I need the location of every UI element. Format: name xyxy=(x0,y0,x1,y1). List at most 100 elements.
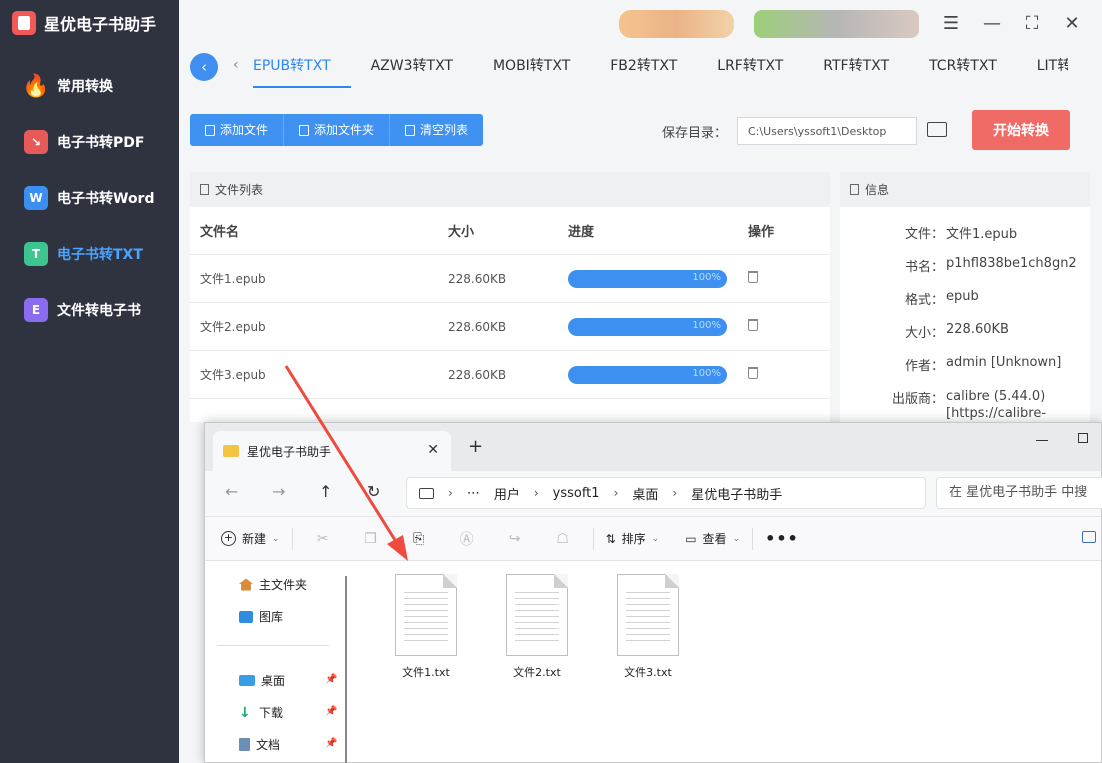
file-item[interactable]: 文件1.txt xyxy=(381,574,471,680)
pin-icon[interactable]: 📌 xyxy=(325,738,337,749)
save-dir-input[interactable] xyxy=(737,117,917,145)
text-file-icon xyxy=(395,574,457,656)
nav-gallery[interactable]: 图库 xyxy=(239,608,283,625)
tab-scroll-left-icon[interactable]: ‹ xyxy=(233,57,239,73)
progress-text: 100% xyxy=(692,319,721,331)
nav-label: 桌面 xyxy=(261,674,286,688)
tab-close-icon[interactable]: ✕ xyxy=(427,442,439,458)
file-list-panel: 文件列表 文件名 大小 进度 操作 文件1.epub 228.60KB 100%… xyxy=(190,172,830,422)
back-button[interactable]: ‹ xyxy=(190,53,218,81)
sidebar-item-label: 文件转电子书 xyxy=(57,303,141,319)
tab-epub-txt[interactable]: EPUB转TXT xyxy=(253,46,351,88)
info-value: 228.60KB xyxy=(946,322,1009,337)
delete-icon[interactable] xyxy=(748,367,758,379)
add-file-button[interactable]: 添加文件 xyxy=(190,114,285,146)
nav-documents[interactable]: 文档 xyxy=(239,736,280,753)
rename-icon[interactable]: Ⓐ xyxy=(449,529,485,549)
add-folder-button[interactable]: 添加文件夹 xyxy=(284,114,391,146)
add-folder-label: 添加文件夹 xyxy=(314,123,375,137)
col-action: 操作 xyxy=(748,225,775,240)
file-size: 228.60KB xyxy=(448,319,507,334)
minimize-icon[interactable] xyxy=(1036,440,1048,441)
tab-rtf-txt[interactable]: RTF转TXT xyxy=(803,46,909,88)
refresh-icon[interactable]: ↻ xyxy=(367,482,380,501)
tab-tcr-txt[interactable]: TCR转TXT xyxy=(909,46,1017,88)
table-row[interactable]: 文件1.epub 228.60KB 100% xyxy=(190,255,830,303)
forward-arrow-icon[interactable]: → xyxy=(272,482,285,501)
delete-icon[interactable] xyxy=(748,319,758,331)
delete-icon[interactable] xyxy=(748,271,758,283)
copy-icon[interactable]: ❐ xyxy=(353,531,389,547)
more-options-icon[interactable]: ••• xyxy=(765,529,799,548)
blurred-user-badge xyxy=(619,10,734,38)
settings-icon[interactable]: ☰ xyxy=(939,12,963,36)
nav-home[interactable]: 主文件夹 xyxy=(239,576,307,593)
info-key: 书名： xyxy=(904,260,944,275)
sidebar-item-txt[interactable]: T 电子书转TXT xyxy=(0,226,179,282)
search-input[interactable]: 在 星优电子书助手 中搜 xyxy=(936,477,1102,509)
tab-lrf-txt[interactable]: LRF转TXT xyxy=(697,46,803,88)
scrollbar[interactable] xyxy=(345,576,347,763)
browse-folder-icon[interactable] xyxy=(927,122,947,137)
cut-icon[interactable]: ✂ xyxy=(305,531,341,547)
pin-icon[interactable]: 📌 xyxy=(325,674,337,685)
app-title: 星优电子书助手 xyxy=(44,15,157,34)
file-item[interactable]: 文件3.txt xyxy=(603,574,693,680)
breadcrumb-item[interactable]: 星优电子书助手 xyxy=(691,484,782,503)
new-button[interactable]: + 新建 ⌄ xyxy=(221,530,280,547)
info-value: 文件1.epub xyxy=(946,227,1018,242)
sort-button[interactable]: ⇅ 排序 ⌄ xyxy=(606,530,660,547)
view-button[interactable]: ▭ 查看 ⌄ xyxy=(685,530,740,547)
paste-icon[interactable]: ⎘ xyxy=(401,531,437,547)
view-icon: ▭ xyxy=(685,531,697,546)
info-title: 信息 xyxy=(865,183,890,197)
tab-lit-txt[interactable]: LIT转TX xyxy=(1017,46,1068,88)
sidebar-item-pdf[interactable]: ↘ 电子书转PDF xyxy=(0,114,179,170)
divider xyxy=(752,527,754,550)
minimize-icon[interactable]: — xyxy=(980,12,1004,36)
txt-icon: T xyxy=(24,242,48,266)
close-icon[interactable]: ✕ xyxy=(1060,12,1084,36)
folder-icon xyxy=(299,124,310,136)
tab-mobi-txt[interactable]: MOBI转TXT xyxy=(473,46,590,88)
sidebar-item-common[interactable]: 🔥 常用转换 xyxy=(0,58,179,114)
info-value: epub xyxy=(946,289,979,304)
ebook-icon: E xyxy=(24,298,48,322)
progress-bar: 100% xyxy=(568,269,727,288)
info-icon xyxy=(850,184,859,195)
chevron-down-icon: ⌄ xyxy=(732,533,741,544)
breadcrumb-item[interactable]: 用户 xyxy=(494,484,520,503)
table-row[interactable]: 文件2.epub 228.60KB 100% xyxy=(190,303,830,351)
new-tab-icon[interactable]: + xyxy=(468,436,483,457)
more-crumbs-icon[interactable]: ⋯ xyxy=(467,486,480,501)
explorer-tab[interactable]: 星优电子书助手 ✕ xyxy=(213,431,451,471)
info-key: 大小： xyxy=(904,326,944,341)
maximize-icon[interactable]: ⛶ xyxy=(1020,12,1044,36)
clear-list-button[interactable]: 清空列表 xyxy=(390,114,484,146)
table-row[interactable]: 文件3.epub 228.60KB 100% xyxy=(190,351,830,399)
maximize-icon[interactable] xyxy=(1078,433,1088,443)
sidebar-item-label: 电子书转PDF xyxy=(57,135,145,151)
start-convert-button[interactable]: 开始转换 xyxy=(972,110,1070,150)
progress-bar: 100% xyxy=(568,317,727,336)
file-item[interactable]: 文件2.txt xyxy=(492,574,582,680)
nav-downloads[interactable]: ↓ 下载 xyxy=(239,704,283,721)
chevron-right-icon: › xyxy=(672,486,678,500)
breadcrumb-item[interactable]: yssoft1 xyxy=(553,486,600,501)
pin-icon[interactable]: 📌 xyxy=(325,706,337,717)
share-icon[interactable]: ↪ xyxy=(497,531,533,547)
details-pane-icon[interactable] xyxy=(1082,531,1096,543)
up-arrow-icon[interactable]: ↑ xyxy=(319,482,332,501)
tab-fb2-txt[interactable]: FB2转TXT xyxy=(590,46,697,88)
address-field[interactable]: › ⋯ 用户 › yssoft1 › 桌面 › 星优电子书助手 xyxy=(406,477,926,509)
sidebar-item-ebook[interactable]: E 文件转电子书 xyxy=(0,282,179,338)
sidebar-item-word[interactable]: W 电子书转Word xyxy=(0,170,179,226)
nav-desktop[interactable]: 桌面 xyxy=(239,672,285,689)
delete-icon[interactable]: ☖ xyxy=(545,531,581,547)
info-key: 格式： xyxy=(904,293,944,308)
explorer-tab-bar: 星优电子书助手 ✕ + xyxy=(205,423,1101,471)
back-arrow-icon[interactable]: ← xyxy=(225,482,238,501)
breadcrumb-item[interactable]: 桌面 xyxy=(632,484,658,503)
tab-azw3-txt[interactable]: AZW3转TXT xyxy=(351,46,473,88)
navigation-pane: 主文件夹 图库 桌面 📌 ↓ 下载 📌 文档 📌 xyxy=(205,562,355,763)
